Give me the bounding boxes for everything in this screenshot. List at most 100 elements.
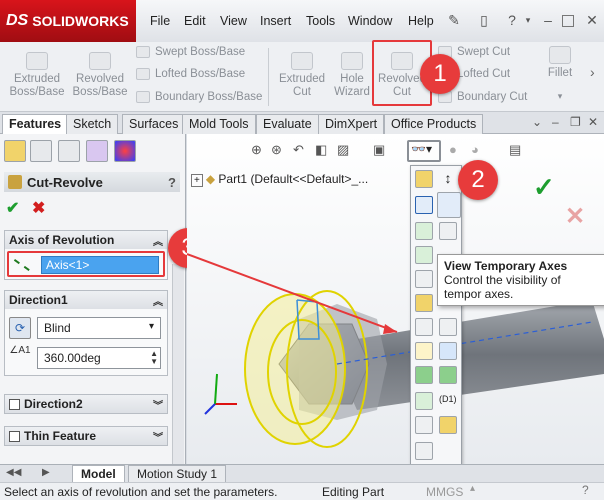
tab-sketch[interactable]: Sketch bbox=[66, 114, 119, 134]
help-icon[interactable]: ? bbox=[168, 175, 176, 190]
expand-tree-icon[interactable]: + bbox=[191, 174, 203, 187]
boundary-boss-button[interactable]: Boundary Boss/Base bbox=[136, 91, 262, 103]
view-coordinate-systems-icon[interactable] bbox=[439, 222, 457, 240]
confirm-ok-icon[interactable]: ✓ bbox=[533, 172, 555, 203]
view-temporary-axes-button[interactable] bbox=[437, 192, 461, 218]
view-plane-icon[interactable] bbox=[415, 170, 433, 188]
axis-group-header[interactable]: Axis of Revolution ︽ bbox=[5, 231, 167, 249]
nav-first-icon[interactable]: ◀◀ bbox=[6, 467, 21, 478]
end-condition-select[interactable]: Blind ▾ bbox=[37, 317, 161, 339]
view-points-icon[interactable] bbox=[415, 270, 433, 288]
spinner-icon[interactable]: ▲ ▼ bbox=[150, 350, 158, 366]
extruded-boss-button[interactable]: Extruded Boss/Base bbox=[8, 52, 66, 99]
menu-file[interactable]: File bbox=[150, 14, 170, 28]
status-units[interactable]: MMGS bbox=[426, 485, 463, 499]
view-surfaces-icon[interactable] bbox=[439, 366, 457, 384]
help-icon[interactable]: ? bbox=[504, 12, 520, 28]
close-icon[interactable]: ✕ bbox=[584, 12, 600, 28]
feature-manager-icon[interactable] bbox=[4, 140, 26, 162]
view-sketch-planes-icon[interactable] bbox=[415, 318, 433, 336]
view-grid-icon[interactable] bbox=[439, 318, 457, 336]
view-all-types-icon[interactable] bbox=[415, 442, 433, 460]
help-dropdown-icon[interactable]: ▾ bbox=[520, 12, 536, 28]
pm-scrollbar[interactable] bbox=[172, 264, 184, 464]
zoom-area-icon[interactable]: ⊛ bbox=[271, 142, 289, 160]
collapse-chevron-icon[interactable]: ︽ bbox=[153, 233, 163, 248]
view-curves-icon[interactable] bbox=[415, 246, 433, 264]
menu-window[interactable]: Window bbox=[348, 14, 392, 28]
tab-evaluate[interactable]: Evaluate bbox=[256, 114, 319, 134]
close-doc-icon[interactable]: ✕ bbox=[588, 115, 598, 129]
confirm-cancel-icon[interactable]: ✕ bbox=[565, 202, 585, 231]
cancel-x-icon[interactable]: ✖ bbox=[32, 198, 45, 218]
view-orientation-icon[interactable]: ▨ bbox=[337, 142, 355, 160]
maximize-icon[interactable] bbox=[562, 15, 574, 27]
expand-chevron-icon[interactable]: ︾ bbox=[153, 429, 163, 444]
view-weld-icon[interactable] bbox=[415, 416, 433, 434]
minimize-doc-icon[interactable]: – bbox=[552, 115, 559, 129]
thin-feature-checkbox[interactable] bbox=[9, 430, 20, 442]
swept-boss-button[interactable]: Swept Boss/Base bbox=[136, 46, 245, 58]
collapse-icon[interactable]: ⌄ bbox=[532, 115, 542, 129]
minimize-icon[interactable]: – bbox=[540, 12, 556, 28]
options-icon[interactable]: ▯ bbox=[476, 12, 492, 28]
restore-doc-icon[interactable]: ❐ bbox=[570, 115, 581, 129]
expand-chevron-icon[interactable]: ︾ bbox=[153, 397, 163, 412]
direction2-group[interactable]: Direction2 ︾ bbox=[4, 394, 168, 414]
view-origins-icon[interactable] bbox=[415, 222, 433, 240]
solidworks-logo[interactable]: DS SOLIDWORKS bbox=[0, 0, 136, 42]
direction1-header[interactable]: Direction1 ︽ bbox=[5, 291, 167, 309]
tab-dimxpert[interactable]: DimXpert bbox=[318, 114, 385, 134]
previous-view-icon[interactable]: ↶ bbox=[293, 142, 311, 160]
view-sketch-relations-icon[interactable] bbox=[415, 392, 433, 410]
d1-label[interactable]: (D1) bbox=[439, 394, 457, 404]
display-manager-icon[interactable] bbox=[114, 140, 136, 162]
nav-next-icon[interactable]: ▶ bbox=[42, 467, 50, 478]
view-cameras-icon[interactable] bbox=[439, 342, 457, 360]
axis-selection-box[interactable]: Axis<1> bbox=[41, 256, 159, 274]
apply-scene-icon[interactable]: ◕ bbox=[471, 142, 489, 160]
revolved-boss-button[interactable]: Revolved Boss/Base bbox=[72, 52, 128, 99]
tab-features[interactable]: Features bbox=[2, 114, 69, 135]
view-bodies-icon[interactable] bbox=[415, 366, 433, 384]
tab-model[interactable]: Model bbox=[72, 465, 125, 483]
fillet-dropdown-icon[interactable]: ▾ bbox=[542, 90, 578, 103]
configuration-manager-icon[interactable] bbox=[58, 140, 80, 162]
pin-icon[interactable]: ✎ bbox=[446, 12, 462, 28]
angle-input[interactable]: 360.00deg ▲ ▼ bbox=[37, 347, 161, 369]
collapse-chevron-icon[interactable]: ︽ bbox=[153, 293, 163, 308]
thin-feature-header[interactable]: Thin Feature ︾ bbox=[5, 427, 167, 445]
tab-surfaces[interactable]: Surfaces bbox=[122, 114, 186, 134]
tab-motion-study[interactable]: Motion Study 1 bbox=[128, 465, 227, 483]
view-axes-icon[interactable] bbox=[415, 196, 433, 214]
boundary-cut-button[interactable]: Boundary Cut bbox=[438, 91, 527, 103]
section-view-icon[interactable]: ◧ bbox=[315, 142, 333, 160]
reverse-direction-icon[interactable]: ⟳ bbox=[9, 317, 31, 339]
units-dropdown-icon[interactable]: ▴ bbox=[470, 483, 475, 494]
extruded-cut-button[interactable]: Extruded Cut bbox=[276, 52, 328, 99]
view-lights-icon[interactable] bbox=[415, 342, 433, 360]
edit-appearance-icon[interactable]: ● bbox=[449, 142, 467, 160]
hide-show-items-button[interactable]: 👓▾ bbox=[407, 140, 441, 162]
direction2-checkbox[interactable] bbox=[9, 398, 20, 410]
direction2-header[interactable]: Direction2 ︾ bbox=[5, 395, 167, 413]
menu-view[interactable]: View bbox=[220, 14, 247, 28]
ribbon-scroll-right-icon[interactable]: › bbox=[590, 64, 595, 80]
fillet-button[interactable]: Fillet ▾ bbox=[542, 46, 578, 103]
menu-tools[interactable]: Tools bbox=[306, 14, 335, 28]
view-dimension-icon[interactable]: ↕ bbox=[439, 170, 457, 188]
lofted-boss-button[interactable]: Lofted Boss/Base bbox=[136, 68, 245, 80]
menu-edit[interactable]: Edit bbox=[184, 14, 206, 28]
ok-check-icon[interactable]: ✔ bbox=[6, 198, 19, 218]
feature-tree-flyout[interactable]: + ◆ Part1 (Default<<Default>_... bbox=[191, 172, 368, 187]
tab-mold-tools[interactable]: Mold Tools bbox=[182, 114, 256, 134]
menu-insert[interactable]: Insert bbox=[260, 14, 291, 28]
thin-feature-group[interactable]: Thin Feature ︾ bbox=[4, 426, 168, 446]
status-help-icon[interactable]: ? bbox=[582, 483, 589, 497]
menu-help[interactable]: Help bbox=[408, 14, 434, 28]
hole-wizard-button[interactable]: Hole Wizard bbox=[332, 52, 372, 99]
zoom-to-fit-icon[interactable]: ⊕ bbox=[251, 142, 269, 160]
view-settings-icon[interactable]: ▤ bbox=[509, 142, 527, 160]
view-sketches-icon[interactable] bbox=[415, 294, 433, 312]
display-style-icon[interactable]: ▣ bbox=[373, 142, 391, 160]
